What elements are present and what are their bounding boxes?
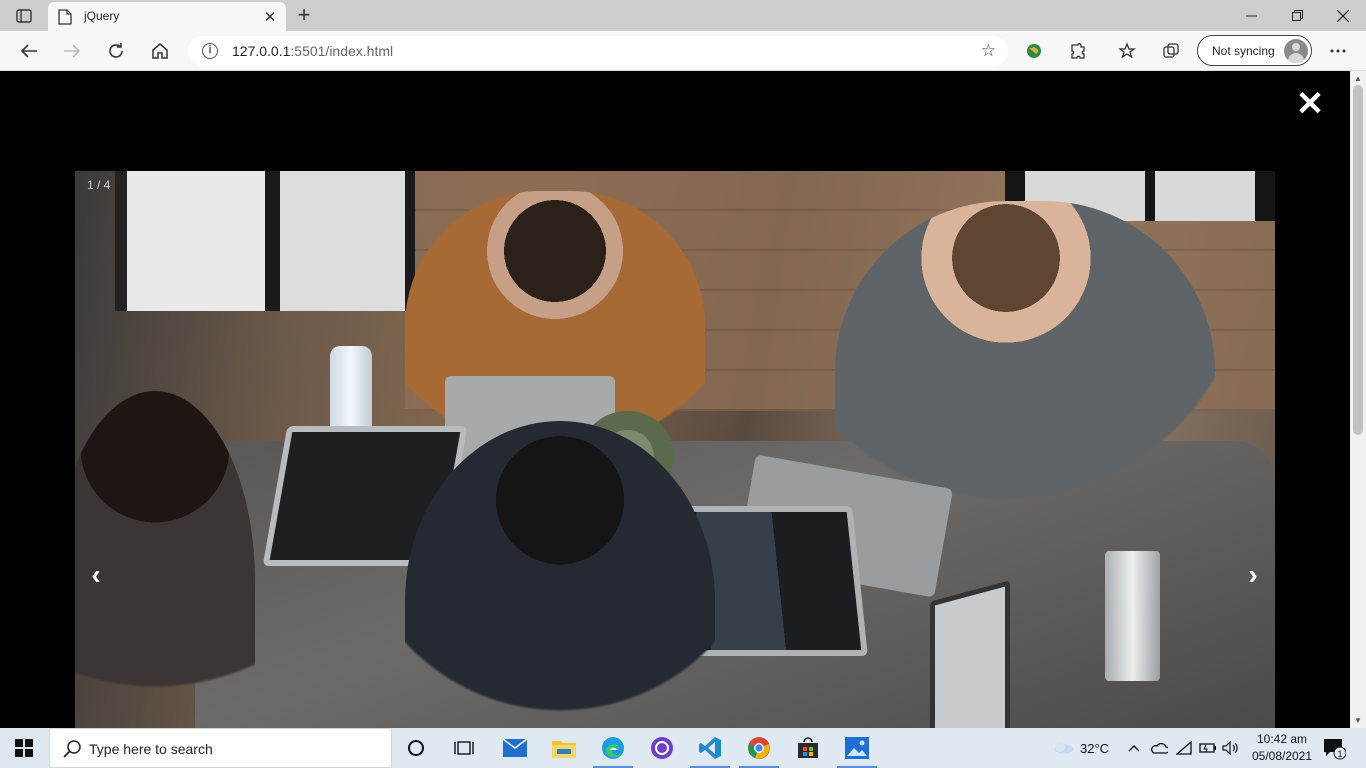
show-hidden-icons-icon[interactable] — [1128, 728, 1140, 768]
extensions-icon[interactable] — [1063, 37, 1093, 65]
lightbox-prev-icon[interactable]: ‹ — [84, 561, 108, 589]
back-button[interactable] — [14, 37, 44, 65]
address-bar[interactable]: i 127.0.0.1:5501/index.html ☆ — [188, 36, 1008, 66]
weather-temp: 32°C — [1080, 740, 1110, 756]
sync-label: Not syncing — [1212, 44, 1275, 58]
home-button[interactable] — [145, 37, 175, 65]
clock-time: 10:42 am — [1256, 732, 1308, 746]
weather-widget[interactable]: 32°C — [1052, 728, 1109, 768]
search-placeholder: Type here to search — [89, 741, 213, 757]
notification-count: 1 — [1337, 749, 1342, 759]
page-icon — [58, 9, 72, 25]
taskbar-clock[interactable]: 10:42 am 05/08/2021 — [1244, 731, 1320, 765]
add-favorite-icon[interactable]: ☆ — [981, 41, 996, 61]
edge-icon[interactable] — [589, 728, 637, 768]
search-icon — [63, 740, 81, 758]
browser-window: jQuery ✕ + i 127.0.0.1:5501/index.html ☆… — [0, 0, 1366, 768]
forward-button[interactable] — [57, 37, 87, 65]
favorites-icon[interactable] — [1112, 37, 1142, 65]
browser-toolbar: i 127.0.0.1:5501/index.html ☆ Not syncin… — [0, 31, 1366, 71]
scroll-up-icon[interactable]: ▲ — [1354, 74, 1362, 83]
battery-icon[interactable] — [1199, 728, 1217, 768]
start-button[interactable] — [0, 728, 48, 768]
extension-globe-icon[interactable] — [1019, 37, 1049, 65]
store-icon[interactable] — [784, 728, 832, 768]
lightbox-counter: 1 / 4 — [87, 178, 111, 192]
tab-strip: jQuery ✕ + — [0, 0, 1366, 31]
volume-icon[interactable] — [1222, 728, 1240, 768]
mail-icon[interactable] — [491, 728, 539, 768]
scroll-down-icon[interactable]: ▼ — [1354, 716, 1362, 725]
taskbar-search-box[interactable]: Type here to search — [49, 728, 392, 768]
refresh-button[interactable] — [101, 37, 131, 65]
github-desktop-icon[interactable] — [638, 728, 686, 768]
lightbox-overlay[interactable]: ✕ 1 / 4 ‹ › — [0, 71, 1350, 728]
taskbar: Type here to search 32°C 10:42 am 05/08/… — [0, 728, 1366, 768]
file-explorer-icon[interactable] — [540, 728, 588, 768]
onedrive-icon[interactable] — [1150, 728, 1168, 768]
notification-center-icon[interactable]: 1 — [1322, 736, 1347, 760]
chrome-icon[interactable] — [735, 728, 783, 768]
tab-jquery[interactable]: jQuery ✕ — [48, 2, 286, 31]
collections-icon[interactable] — [1156, 37, 1186, 65]
avatar — [1284, 39, 1308, 63]
profile-sync-button[interactable]: Not syncing — [1197, 35, 1312, 66]
tab-actions-icon[interactable] — [10, 6, 38, 26]
restore-button[interactable] — [1274, 0, 1320, 31]
lightbox-next-icon[interactable]: › — [1241, 561, 1265, 589]
tab-close-icon[interactable]: ✕ — [262, 8, 278, 26]
new-tab-button[interactable]: + — [292, 4, 316, 26]
lightbox-photo — [75, 171, 1275, 728]
vscode-icon[interactable] — [686, 728, 734, 768]
more-menu-icon[interactable] — [1323, 37, 1353, 65]
minimize-button[interactable] — [1228, 0, 1274, 31]
close-window-button[interactable] — [1320, 0, 1366, 31]
cortana-icon[interactable] — [392, 728, 440, 768]
wifi-icon[interactable] — [1176, 728, 1192, 768]
task-view-icon[interactable] — [440, 728, 488, 768]
clock-date: 05/08/2021 — [1251, 749, 1313, 763]
tab-title: jQuery — [84, 9, 120, 23]
scroll-thumb[interactable] — [1353, 85, 1363, 435]
page-scrollbar[interactable]: ▲ ▼ — [1350, 71, 1366, 728]
lightbox-close-icon[interactable]: ✕ — [1294, 87, 1326, 121]
site-info-icon[interactable]: i — [202, 43, 218, 59]
url-text[interactable]: 127.0.0.1:5501/index.html — [232, 43, 393, 59]
weather-icon — [1055, 742, 1073, 754]
photos-icon[interactable] — [833, 728, 881, 768]
